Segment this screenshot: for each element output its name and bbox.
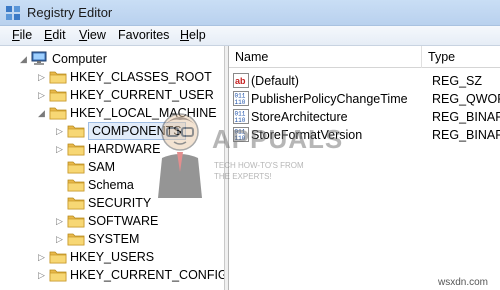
- folder-icon: [49, 249, 67, 264]
- folder-icon: [49, 69, 67, 84]
- tree-label: Schema: [88, 178, 134, 192]
- menu-help[interactable]: Help: [180, 28, 206, 42]
- tree-item[interactable]: ▷ HKEY_CURRENT_USER: [0, 86, 224, 104]
- tree-item[interactable]: ▷ HKEY_USERS: [0, 248, 224, 266]
- value-row[interactable]: 011110StoreFormatVersion REG_BINARY: [229, 126, 500, 144]
- collapse-arrow-icon[interactable]: ◢: [38, 108, 46, 118]
- expand-arrow-icon[interactable]: ▷: [56, 234, 64, 244]
- expand-arrow-icon[interactable]: ▷: [38, 252, 46, 262]
- tree-label: Computer: [52, 52, 107, 66]
- folder-icon: [67, 213, 85, 228]
- folder-icon: [67, 177, 85, 192]
- tree-label: COMPONENTS: [88, 122, 186, 140]
- folder-icon: [67, 195, 85, 210]
- menu-bar: File Edit View Favorites Help: [0, 26, 500, 46]
- tree-item-computer[interactable]: ◢ Computer: [0, 50, 224, 68]
- menu-file[interactable]: File: [12, 28, 32, 42]
- value-list[interactable]: Name Type ab (Default) REG_SZ 011 110 Publish…: [229, 46, 500, 290]
- tree-item[interactable]: ▷ SOFTWARE: [0, 212, 224, 230]
- tree-item[interactable]: SECURITY: [0, 194, 224, 212]
- tree-label: SAM: [88, 160, 116, 174]
- folder-icon: [49, 105, 67, 120]
- folder-icon: [67, 123, 85, 138]
- value-row[interactable]: 011110PublisherPolicyChangeTime REG_QWORD: [229, 90, 500, 108]
- value-name: PublisherPolicyChangeTime: [251, 92, 408, 106]
- registry-editor-icon: [6, 6, 20, 20]
- value-name: StoreFormatVersion: [251, 128, 363, 142]
- string-value-icon: ab: [233, 73, 249, 88]
- value-row[interactable]: ab (Default) REG_SZ: [229, 72, 500, 90]
- tree-label: HARDWARE: [88, 142, 161, 156]
- expand-arrow-icon[interactable]: ▷: [38, 90, 46, 100]
- tree-item[interactable]: ▷ HARDWARE: [0, 140, 224, 158]
- folder-icon: [67, 159, 85, 174]
- value-row[interactable]: 011110StoreArchitecture REG_BINARY: [229, 108, 500, 126]
- tree-item[interactable]: ▷ SYSTEM: [0, 230, 224, 248]
- collapse-arrow-icon[interactable]: ◢: [20, 54, 28, 64]
- watermark-url: wsxdn.com: [438, 277, 489, 288]
- tree-item[interactable]: Schema: [0, 176, 224, 194]
- column-header-type[interactable]: Type: [422, 46, 500, 68]
- menu-favorites[interactable]: Favorites: [118, 28, 169, 42]
- value-type: REG_SZ: [432, 74, 483, 88]
- expand-arrow-icon[interactable]: ▷: [56, 126, 64, 136]
- svg-text:110: 110: [235, 135, 246, 142]
- folder-icon: [49, 87, 67, 102]
- folder-icon: [49, 267, 67, 282]
- expand-arrow-icon[interactable]: ▷: [56, 144, 64, 154]
- tree-label: HKEY_CURRENT_CONFIG: [70, 268, 225, 282]
- tree-label: SYSTEM: [88, 232, 140, 246]
- binary-value-icon: 011 110: [233, 91, 249, 106]
- title-bar: Registry Editor: [0, 0, 500, 26]
- tree-item[interactable]: ▷ HKEY_CLASSES_ROOT: [0, 68, 224, 86]
- computer-icon: [31, 51, 47, 65]
- window-title: Registry Editor: [27, 5, 113, 20]
- column-header-name[interactable]: Name: [229, 46, 421, 68]
- tree-item[interactable]: ◢ HKEY_LOCAL_MACHINE: [0, 104, 224, 122]
- expand-arrow-icon[interactable]: ▷: [56, 216, 64, 226]
- value-type: REG_QWORD: [432, 92, 500, 106]
- tree-label: HKEY_CURRENT_USER: [70, 88, 214, 102]
- value-type: REG_BINARY: [432, 128, 500, 142]
- tree-item[interactable]: ▷ COMPONENTS: [0, 122, 224, 140]
- expand-arrow-icon[interactable]: ▷: [38, 270, 46, 280]
- expand-arrow-icon[interactable]: ▷: [38, 72, 46, 82]
- folder-icon: [67, 141, 85, 156]
- svg-text:ab: ab: [235, 76, 246, 86]
- svg-text:110: 110: [235, 99, 246, 106]
- svg-text:110: 110: [235, 117, 246, 124]
- tree-label: HKEY_LOCAL_MACHINE: [70, 106, 217, 120]
- tree-item[interactable]: ▷ HKEY_CURRENT_CONFIG: [0, 266, 225, 284]
- menu-view[interactable]: View: [79, 28, 106, 42]
- binary-value-icon: 011 110: [233, 109, 249, 124]
- value-name: (Default): [251, 74, 299, 88]
- tree-label: SOFTWARE: [88, 214, 159, 228]
- value-type: REG_BINARY: [432, 110, 500, 124]
- key-tree[interactable]: ◢ Computer ▷ HKEY_CLASSES_ROOT ▷ HKEY_CURRE…: [0, 46, 225, 290]
- folder-icon: [67, 231, 85, 246]
- tree-label: HKEY_CLASSES_ROOT: [70, 70, 212, 84]
- tree-item[interactable]: SAM: [0, 158, 224, 176]
- tree-label: HKEY_USERS: [70, 250, 155, 264]
- tree-label: SECURITY: [88, 196, 152, 210]
- binary-value-icon: 011 110: [233, 127, 249, 142]
- value-name: StoreArchitecture: [251, 110, 348, 124]
- menu-edit[interactable]: Edit: [44, 28, 66, 42]
